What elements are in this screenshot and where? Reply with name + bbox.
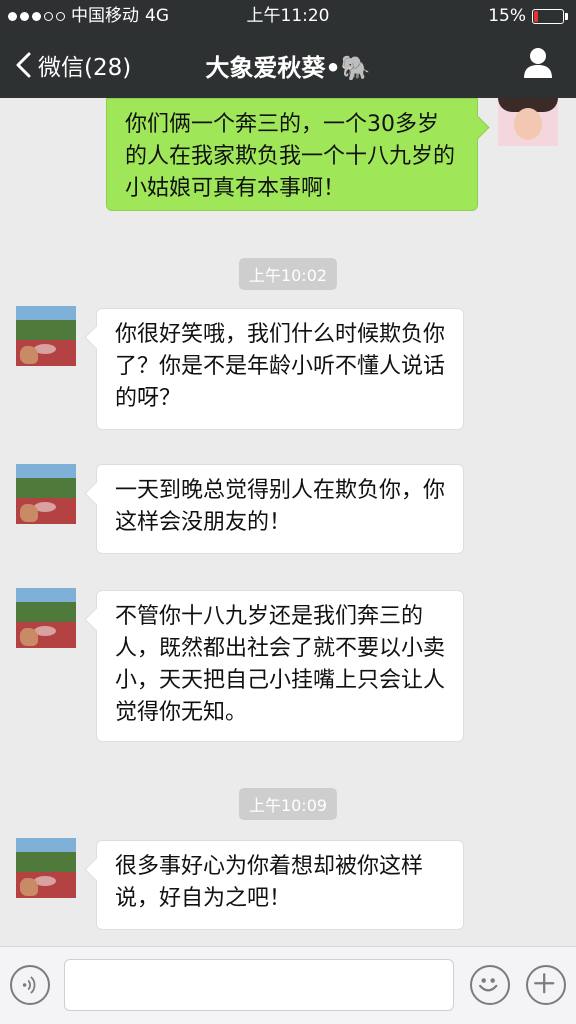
message-text: 你们俩一个奔三的，一个30多岁的人在我家欺负我一个十八九岁的小姑娘可真有本事啊！ (125, 112, 456, 201)
timestamp: 上午10:02 (238, 258, 338, 290)
input-bar (0, 946, 576, 1024)
message-text: 很多事好心为你着想却被你这样说，好自为之吧！ (115, 854, 424, 911)
message-bubble-received[interactable]: 你很好笑哦，我们什么时候欺负你了？你是不是年龄小听不懂人说话的呀？ (96, 308, 464, 430)
chat-title: 大象爱秋葵•🐘 (205, 54, 371, 82)
message-bubble-received[interactable]: 很多事好心为你着想却被你这样说，好自为之吧！ (96, 840, 464, 930)
plus-icon (534, 973, 555, 994)
avatar-me[interactable] (498, 98, 558, 148)
person-icon (524, 48, 552, 78)
message-bubble-received[interactable]: 一天到晚总觉得别人在欺负你，你这样会没朋友的！ (96, 464, 464, 554)
message-text: 一天到晚总觉得别人在欺负你，你这样会没朋友的！ (115, 478, 446, 535)
message-input[interactable] (64, 959, 454, 1011)
message-list[interactable]: 你们俩一个奔三的，一个30多岁的人在我家欺负我一个十八九岁的小姑娘可真有本事啊！… (0, 98, 576, 946)
header: 中国移动 4G 上午11:20 15% 微信(28) 大象爱秋葵•🐘 (0, 0, 576, 98)
message-text: 不管你十八九岁还是我们奔三的人，既然都出社会了就不要以小卖小，天天把自己小挂嘴上… (115, 604, 446, 725)
voice-button[interactable] (10, 965, 50, 1005)
voice-icon (22, 976, 36, 994)
message-bubble-received[interactable]: 不管你十八九岁还是我们奔三的人，既然都出社会了就不要以小卖小，天天把自己小挂嘴上… (96, 590, 464, 742)
timestamp: 上午10:09 (238, 788, 338, 820)
status-bar: 中国移动 4G 上午11:20 15% (0, 0, 576, 32)
nav-bar: 微信(28) 大象爱秋葵•🐘 (0, 32, 576, 98)
more-button[interactable] (526, 965, 566, 1005)
avatar-contact[interactable] (16, 306, 76, 366)
avatar-contact[interactable] (16, 838, 76, 898)
chat-info-button[interactable] (522, 46, 554, 80)
avatar-contact[interactable] (16, 588, 76, 648)
message-bubble-sent[interactable]: 你们俩一个奔三的，一个30多岁的人在我家欺负我一个十八九岁的小姑娘可真有本事啊！ (106, 98, 478, 211)
avatar-contact[interactable] (16, 464, 76, 524)
emoji-button[interactable] (470, 965, 510, 1005)
battery-icon (532, 8, 568, 24)
message-text: 你很好笑哦，我们什么时候欺负你了？你是不是年龄小听不懂人说话的呀？ (115, 322, 446, 411)
emoji-icon (478, 978, 498, 992)
battery-percent: 15% (488, 6, 526, 26)
